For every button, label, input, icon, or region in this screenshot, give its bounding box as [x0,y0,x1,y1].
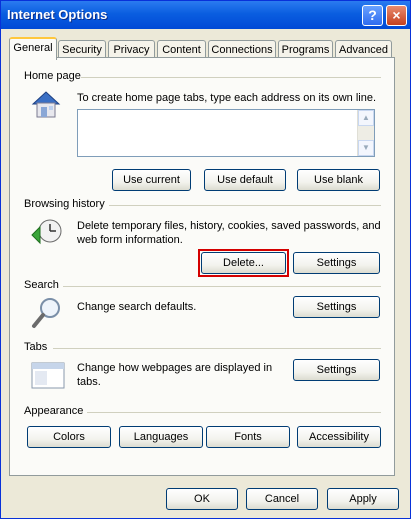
use-current-button[interactable]: Use current [112,169,191,191]
home-page-description: To create home page tabs, type each addr… [77,92,377,104]
tabs-description: Change how webpages are displayed in tab… [77,362,273,388]
tabs-window-icon [31,362,65,389]
magnifier-icon [32,298,60,328]
home-page-addresses-input[interactable]: ▲ ▼ [77,109,375,157]
apply-button[interactable]: Apply [327,488,399,510]
colors-button[interactable]: Colors [27,426,111,448]
home-icon [31,91,61,118]
browsing-history-description: Delete temporary files, history, cookies… [77,220,381,246]
browsing-history-divider [109,205,381,206]
delete-button[interactable]: Delete... [201,252,286,274]
home-page-divider [81,77,381,78]
browsing-history-settings-button[interactable]: Settings [293,252,380,274]
help-button[interactable]: ? [362,5,383,26]
tab-general[interactable]: General [9,37,57,60]
title-bar[interactable]: Internet Options ? × [1,1,410,29]
use-blank-button[interactable]: Use blank [297,169,380,191]
search-settings-button[interactable]: Settings [293,296,380,318]
search-heading: Search [24,279,59,291]
cancel-button[interactable]: Cancel [246,488,318,510]
appearance-heading: Appearance [24,405,84,417]
languages-button[interactable]: Languages [119,426,203,448]
internet-options-dialog: Internet Options ? × General Security Pr… [0,0,411,519]
scroll-up-arrow-icon[interactable]: ▲ [358,110,374,126]
tabs-heading: Tabs [24,341,48,353]
tabs-settings-button[interactable]: Settings [293,359,380,381]
browsing-history-heading: Browsing history [24,198,105,210]
accessibility-button[interactable]: Accessibility [297,426,381,448]
tabs-divider [53,348,381,349]
home-page-scrollbar[interactable]: ▲ ▼ [357,110,374,156]
history-clock-icon [31,219,62,245]
window-title: Internet Options [7,7,108,22]
search-divider [63,286,381,287]
scroll-down-arrow-icon[interactable]: ▼ [358,140,374,156]
ok-button[interactable]: OK [166,488,238,510]
fonts-button[interactable]: Fonts [206,426,290,448]
close-button[interactable]: × [386,5,407,26]
use-default-button[interactable]: Use default [204,169,286,191]
appearance-divider [87,412,381,413]
home-page-heading: Home page [24,70,81,82]
search-description: Change search defaults. [77,301,197,313]
